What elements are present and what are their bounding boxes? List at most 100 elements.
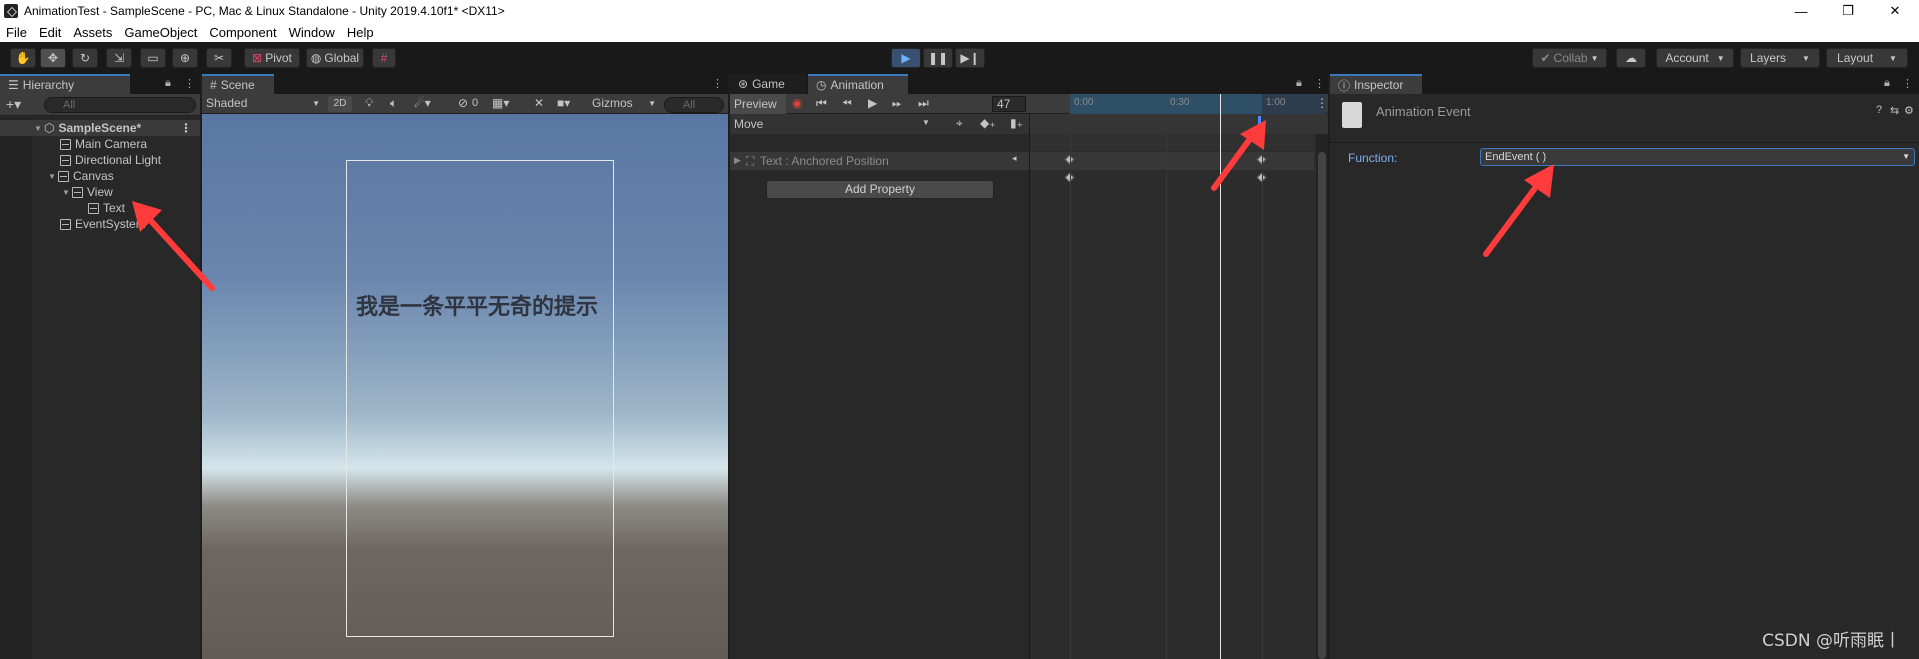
- next-key-icon[interactable]: ⏩︎: [892, 96, 902, 111]
- scene-more-icon[interactable]: ⋮: [180, 121, 192, 135]
- dopesheet[interactable]: [1030, 94, 1328, 659]
- layout-label: Layout: [1837, 51, 1874, 65]
- tree-item[interactable]: EventSystem: [0, 216, 200, 232]
- collab-dropdown[interactable]: ✔ Collab ▼: [1532, 48, 1607, 68]
- tree-item[interactable]: Main Camera: [0, 136, 200, 152]
- fold-open-icon[interactable]: ▼: [34, 124, 44, 133]
- tree-item[interactable]: Text: [0, 200, 200, 216]
- pause-button[interactable]: ❚❚: [923, 48, 953, 68]
- scene-viewport[interactable]: 我是一条平平无奇的提示: [202, 114, 728, 659]
- function-dropdown[interactable]: EndEvent ( ) ▼: [1480, 148, 1915, 166]
- global-toggle[interactable]: ◍ Global: [306, 48, 364, 68]
- playhead[interactable]: [1220, 94, 1221, 659]
- last-key-icon[interactable]: ⏭: [918, 96, 929, 111]
- step-button[interactable]: ▶❙: [955, 48, 985, 68]
- grid-visibility-icon[interactable]: ▦▾: [492, 96, 509, 110]
- menu-help[interactable]: Help: [347, 25, 374, 40]
- prev-key-icon[interactable]: ⏪︎: [842, 96, 852, 111]
- more-icon[interactable]: ⋮: [1314, 77, 1325, 90]
- more-icon[interactable]: ⋮: [184, 77, 195, 90]
- add-property-button[interactable]: Add Property: [766, 180, 994, 199]
- lighting-icon[interactable]: 💡︎: [365, 96, 373, 111]
- custom-tool-icon[interactable]: ✂: [206, 48, 232, 68]
- fold-open-icon[interactable]: ▼: [48, 172, 58, 181]
- scene-search-input[interactable]: All: [664, 97, 724, 113]
- account-dropdown[interactable]: Account ▼: [1656, 48, 1734, 68]
- transform-tool-icon[interactable]: ⊕: [172, 48, 198, 68]
- tree-item[interactable]: ▼ View: [0, 184, 200, 200]
- tools-icon[interactable]: ✕: [534, 96, 544, 110]
- preview-button[interactable]: Preview: [730, 94, 786, 114]
- fold-closed-icon[interactable]: ▶: [734, 155, 741, 166]
- tab-animation[interactable]: ◷ Animation: [808, 74, 908, 94]
- keyframe-filter-icon[interactable]: ⌖: [956, 116, 963, 131]
- menu-gameobject[interactable]: GameObject: [124, 25, 197, 40]
- move-tool-icon[interactable]: ✥: [40, 48, 66, 68]
- 2d-toggle[interactable]: 2D: [328, 96, 352, 112]
- scene-row[interactable]: ▼ ⬡ SampleScene* ⋮: [0, 120, 200, 136]
- canvas-text[interactable]: 我是一条平平无奇的提示: [356, 289, 598, 321]
- lock-icon[interactable]: 🔒︎: [1296, 77, 1302, 90]
- hand-tool-icon[interactable]: ✋: [10, 48, 36, 68]
- play-anim-icon[interactable]: ▶: [868, 96, 877, 110]
- tab-scene[interactable]: # Scene: [202, 74, 274, 94]
- grid-snap-icon[interactable]: #: [372, 48, 396, 68]
- tab-hierarchy[interactable]: ☰ Hierarchy: [0, 74, 130, 94]
- scrollbar-thumb[interactable]: [1318, 152, 1326, 659]
- gear-icon[interactable]: ⚙: [1904, 104, 1914, 117]
- audio-icon[interactable]: 🔈︎: [390, 96, 397, 111]
- tree-item[interactable]: ▼ Canvas: [0, 168, 200, 184]
- timeline-ruler[interactable]: 0:00 0:30 1:00: [1070, 94, 1326, 114]
- fold-open-icon[interactable]: ▼: [62, 188, 72, 197]
- hidden-objects-icon[interactable]: ⊘: [458, 96, 468, 110]
- minimize-button[interactable]: —: [1778, 0, 1824, 22]
- close-button[interactable]: ✕: [1872, 0, 1918, 22]
- more-icon[interactable]: ⋮: [1902, 77, 1913, 90]
- gizmos-dropdown[interactable]: Gizmos ▼: [592, 96, 658, 112]
- camera-icon[interactable]: ■▾: [557, 96, 570, 110]
- pivot-label: Pivot: [265, 51, 292, 65]
- effects-icon[interactable]: ☄▾: [414, 96, 431, 110]
- add-event-icon[interactable]: ▮₊: [1010, 116, 1023, 130]
- rect-tool-icon[interactable]: ▭: [140, 48, 166, 68]
- first-key-icon[interactable]: ⏮: [816, 96, 827, 111]
- layout-dropdown[interactable]: Layout ▼: [1826, 48, 1908, 68]
- preset-icon[interactable]: ⇆: [1890, 104, 1899, 117]
- lock-icon[interactable]: 🔒︎: [165, 77, 171, 90]
- pivot-toggle[interactable]: ⊠ Pivot: [244, 48, 300, 68]
- add-keyframe-icon[interactable]: ◆₊: [980, 116, 996, 130]
- dopesheet-scrollbar[interactable]: [1316, 134, 1328, 659]
- help-icon[interactable]: ?: [1876, 104, 1882, 116]
- tab-inspector[interactable]: ⓘ Inspector: [1330, 74, 1422, 94]
- clip-dropdown[interactable]: Move ▼ ⌖ ◆₊ ▮₊: [730, 114, 1029, 134]
- cloud-button[interactable]: ☁: [1616, 48, 1646, 68]
- rotate-tool-icon[interactable]: ↻: [72, 48, 98, 68]
- maximize-button[interactable]: ❐: [1825, 0, 1871, 22]
- scene-name: SampleScene*: [58, 121, 142, 135]
- menu-file[interactable]: File: [6, 25, 27, 40]
- animation-clock-icon: ◷: [816, 78, 827, 92]
- layers-dropdown[interactable]: Layers ▼: [1740, 48, 1820, 68]
- scene-panel: # Scene ⋮ Shaded ▼ 2D 💡︎ 🔈︎ ☄▾ ⊘ 0 ▦▾ ✕ …: [202, 74, 728, 659]
- menu-window[interactable]: Window: [289, 25, 335, 40]
- scale-tool-icon[interactable]: ⇲: [106, 48, 132, 68]
- lock-icon[interactable]: 🔒︎: [1884, 77, 1890, 90]
- tab-game[interactable]: ⊛ Game: [730, 74, 806, 94]
- event-track[interactable]: [1030, 114, 1328, 134]
- hierarchy-search-input[interactable]: All: [44, 97, 196, 113]
- menu-component[interactable]: Component: [209, 25, 276, 40]
- animation-event-marker[interactable]: [1258, 116, 1261, 132]
- menu-edit[interactable]: Edit: [39, 25, 61, 40]
- property-row[interactable]: ▶ ⛶ Text : Anchored Position ◂: [730, 152, 1029, 170]
- play-button[interactable]: ▶: [891, 48, 921, 68]
- shading-dropdown[interactable]: Shaded ▼: [206, 96, 322, 112]
- menu-assets[interactable]: Assets: [73, 25, 112, 40]
- record-icon[interactable]: ◉: [792, 96, 802, 110]
- frame-field[interactable]: 47: [992, 96, 1026, 112]
- more-icon[interactable]: ⋮: [712, 77, 723, 90]
- more-icon[interactable]: ⋮: [1316, 96, 1328, 110]
- add-icon[interactable]: +▾: [6, 96, 21, 113]
- tree-item[interactable]: Directional Light: [0, 152, 200, 168]
- property-options-icon[interactable]: ◂: [1012, 153, 1017, 164]
- function-value: EndEvent ( ): [1485, 151, 1547, 163]
